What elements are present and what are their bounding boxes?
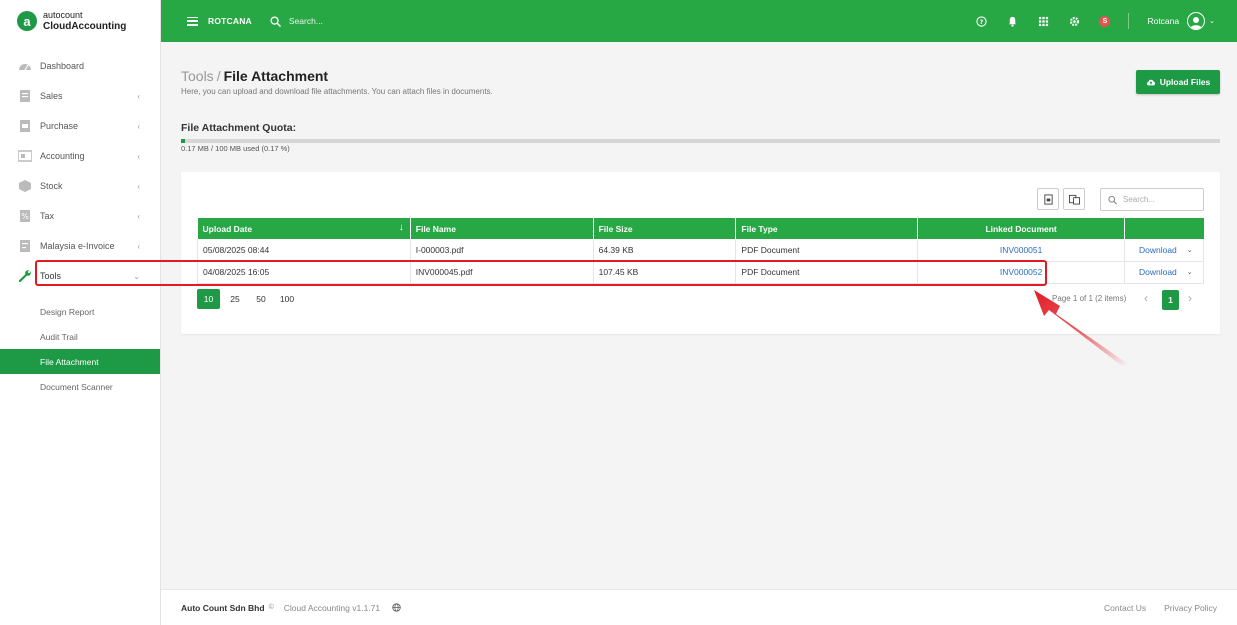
cell-file-size: 64.39 KB [593,239,737,262]
sidebar-item-stock[interactable]: Stock ‹ [0,171,160,201]
page-size-25[interactable]: 25 [224,289,246,309]
table-search-input[interactable] [1123,195,1203,204]
privacy-policy-link[interactable]: Privacy Policy [1164,603,1217,613]
copyright-icon: © [268,604,274,611]
logo-bottom-text: CloudAccounting [43,21,127,32]
upload-files-button[interactable]: Upload Files [1136,70,1220,94]
column-chooser-button[interactable] [1063,188,1085,210]
linked-document-link[interactable]: INV000051 [917,239,1125,262]
avatar[interactable] [1187,12,1206,30]
chevron-down-icon[interactable]: ⌄ [1209,17,1215,25]
cell-actions: Download ⌄ [1124,239,1205,262]
chevron-down-icon[interactable]: ⌄ [1187,268,1193,276]
sidebar-nav: Dashboard Sales ‹ Purchase ‹ Accounting … [0,51,160,399]
sidebar-item-sales[interactable]: Sales ‹ [0,81,160,111]
cell-file-name: I-000003.pdf [410,239,594,262]
search-icon [270,15,281,27]
chevron-down-icon[interactable]: ⌄ [1187,246,1193,254]
wrench-icon [18,270,32,282]
sidebar-subitem-document-scanner[interactable]: Document Scanner [0,374,160,399]
column-header-file-size[interactable]: File Size [593,218,737,239]
quota-usage-text: 0.17 MB / 100 MB used (0.17 %) [181,144,290,153]
page-size-selector: 10 25 50 100 [197,289,302,309]
table-search [1100,188,1204,211]
cell-actions: Download ⌄ [1124,261,1205,284]
global-search [270,15,439,27]
stock-icon [18,180,32,192]
download-button[interactable]: Download [1139,245,1177,255]
sales-icon [18,90,32,102]
page-subtitle: Here, you can upload and download file a… [181,87,493,96]
quota-progress-bar [181,139,1220,143]
help-icon[interactable]: ? [976,15,988,27]
page-title: File Attachment [223,68,329,84]
prev-page-icon[interactable]: ‹ [1144,291,1148,305]
column-header-actions [1124,218,1204,239]
bell-icon[interactable] [1007,16,1018,27]
app-logo[interactable]: a autocount CloudAccounting [0,0,160,42]
sidebar: a autocount CloudAccounting Dashboard Sa… [0,0,161,625]
svg-text:?: ? [980,17,984,25]
sidebar-subitem-file-attachment[interactable]: File Attachment [0,349,160,374]
download-button[interactable]: Download [1139,267,1177,277]
page-number-1[interactable]: 1 [1162,290,1179,310]
column-header-linked-document[interactable]: Linked Document [917,218,1125,239]
sidebar-item-einvoice[interactable]: Malaysia e-Invoice ‹ [0,231,160,261]
user-name[interactable]: Rotcana [1147,16,1179,26]
apps-grid-icon[interactable] [1038,16,1049,27]
export-button[interactable] [1037,188,1059,210]
column-header-file-name[interactable]: File Name [410,218,594,239]
column-header-upload-date[interactable]: Upload Date ↓ [197,218,411,239]
top-bar: ROTCANA ? S Rotcana ⌄ [161,0,1237,42]
search-icon [1108,195,1117,204]
menu-icon[interactable] [187,16,198,26]
sidebar-subitem-design-report[interactable]: Design Report [0,299,160,324]
logo-mark: a [17,11,37,31]
table-row: 05/08/2025 08:44 I-000003.pdf 64.39 KB P… [197,239,1205,262]
sidebar-subitem-audit-trail[interactable]: Audit Trail [0,324,160,349]
tax-icon: % [18,210,32,222]
annotation-arrow-icon [1034,290,1128,366]
status-badge[interactable]: S [1099,15,1111,27]
footer-version: Cloud Accounting v1.1.71 [283,602,381,613]
globe-icon[interactable] [392,603,401,612]
column-header-file-type[interactable]: File Type [735,218,919,239]
sidebar-item-tax[interactable]: % Tax ‹ [0,201,160,231]
global-search-input[interactable] [288,16,439,26]
sidebar-item-dashboard[interactable]: Dashboard [0,51,160,81]
footer-company: Auto Count Sdn Bhd [181,602,265,613]
einvoice-icon [18,240,32,252]
footer: Auto Count Sdn Bhd © Cloud Accounting v1… [161,589,1237,625]
svg-text:%: % [21,212,29,221]
breadcrumb-tools[interactable]: Tools [181,68,214,84]
cell-upload-date: 05/08/2025 08:44 [197,239,411,262]
next-page-icon[interactable]: › [1188,291,1192,305]
sidebar-item-purchase[interactable]: Purchase ‹ [0,111,160,141]
column-chooser-icon [1068,194,1080,205]
dashboard-icon [18,60,32,72]
cell-file-type: PDF Document [735,239,919,262]
quota-title: File Attachment Quota: [181,122,297,134]
export-file-icon [1043,193,1053,205]
company-name[interactable]: ROTCANA [208,16,252,26]
purchase-icon [18,120,32,132]
sidebar-item-accounting[interactable]: Accounting ‹ [0,141,160,171]
page-size-100[interactable]: 100 [276,289,298,309]
gear-icon[interactable] [1069,16,1080,27]
sort-desc-icon: ↓ [398,222,404,233]
table-header-row: Upload Date ↓ File Name File Size File Ty… [197,218,1204,239]
row-highlight-box [35,260,1047,286]
logo-top-text: autocount [43,10,83,20]
page-size-50[interactable]: 50 [250,289,272,309]
accounting-icon [18,150,32,162]
breadcrumb: Tools / File Attachment [181,68,329,84]
cloud-upload-icon [1146,79,1155,86]
page-size-10[interactable]: 10 [197,289,220,309]
contact-us-link[interactable]: Contact Us [1104,603,1146,613]
